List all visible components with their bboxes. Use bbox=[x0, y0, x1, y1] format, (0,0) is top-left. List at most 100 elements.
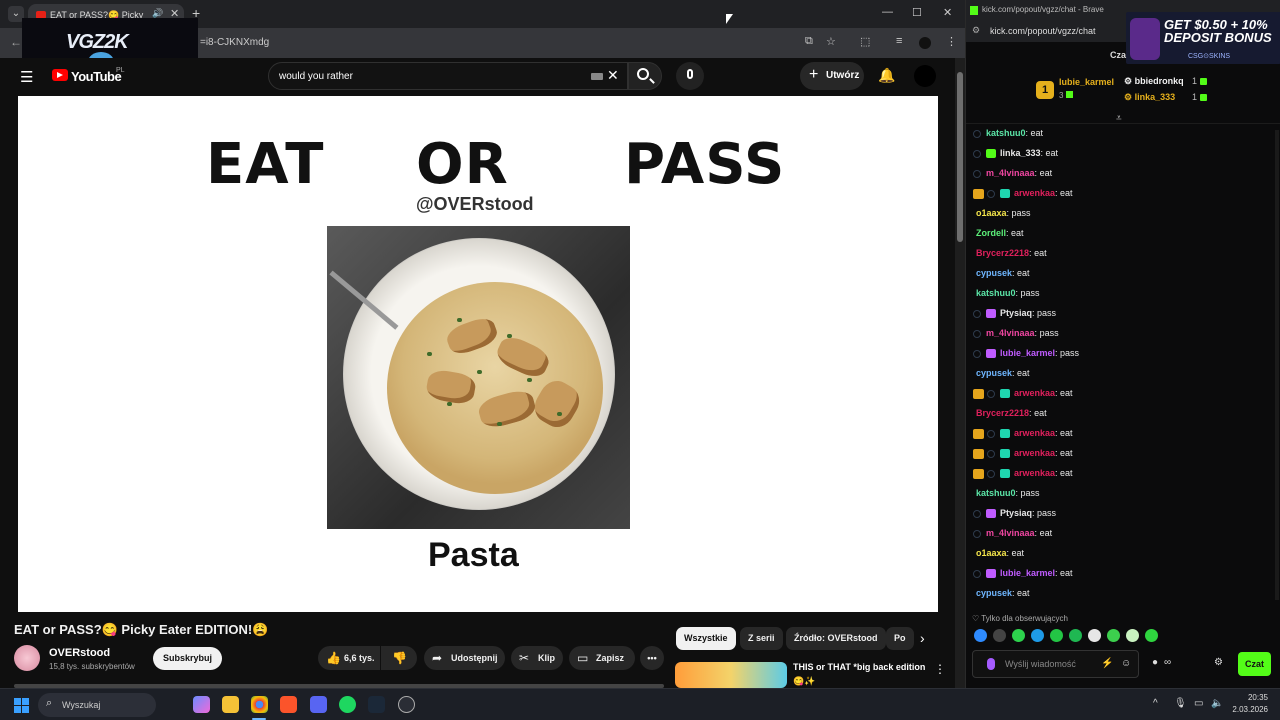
spotify-icon[interactable] bbox=[339, 696, 356, 713]
emote-icon[interactable] bbox=[1145, 629, 1158, 642]
chat-username[interactable]: m_4lvinaaa bbox=[986, 168, 1035, 178]
taskbar-search[interactable]: ⌕ Wyszukaj bbox=[38, 693, 156, 717]
chat-username[interactable]: cypusek bbox=[976, 588, 1012, 598]
page-scrollbar[interactable] bbox=[955, 58, 965, 688]
chip-from-series[interactable]: Z serii bbox=[740, 627, 783, 650]
chat-message[interactable]: Brycerz2218: eat bbox=[973, 408, 1047, 424]
copilot-icon[interactable] bbox=[193, 696, 210, 713]
chat-username[interactable]: lubie_karmel bbox=[1000, 348, 1055, 358]
chat-username[interactable]: Ptysiaq bbox=[1000, 508, 1032, 518]
file-explorer-icon[interactable] bbox=[222, 696, 239, 713]
chat-username[interactable]: arwenkaa bbox=[1014, 428, 1055, 438]
chat-username[interactable]: o1aaxa bbox=[976, 548, 1007, 558]
chat-message-input[interactable]: Wyślij wiadomość ⚡ ☺ bbox=[972, 650, 1139, 678]
obs-icon[interactable] bbox=[398, 696, 415, 713]
leaderboard-user[interactable]: ⚙ bbiedronkq bbox=[1124, 76, 1184, 87]
chat-message[interactable]: arwenkaa: eat bbox=[973, 428, 1073, 444]
dislike-button[interactable]: 👎 bbox=[381, 646, 417, 670]
chat-username[interactable]: arwenkaa bbox=[1014, 188, 1055, 198]
chat-username[interactable]: Brycerz2218 bbox=[976, 408, 1029, 418]
chat-message[interactable]: cypusek: eat bbox=[973, 368, 1030, 384]
windows-start-icon[interactable] bbox=[14, 698, 29, 713]
chat-message[interactable]: arwenkaa: eat bbox=[973, 448, 1073, 464]
chat-scrollbar[interactable] bbox=[1275, 130, 1279, 600]
chat-username[interactable]: katshuu0 bbox=[986, 128, 1026, 138]
chat-username[interactable]: katshuu0 bbox=[976, 488, 1016, 498]
more-actions-button[interactable]: ••• bbox=[640, 646, 664, 670]
chat-message[interactable]: arwenkaa: eat bbox=[973, 388, 1073, 404]
close-window-icon[interactable]: ✕ bbox=[943, 6, 952, 19]
chat-message[interactable]: Ptysiaq: pass bbox=[973, 308, 1056, 324]
chat-username[interactable]: linka_333 bbox=[1000, 148, 1041, 158]
search-button[interactable] bbox=[628, 62, 662, 90]
emoji-picker-icon[interactable]: ☺ bbox=[1121, 658, 1131, 669]
emote-icon[interactable] bbox=[1107, 629, 1120, 642]
chat-settings-icon[interactable]: ⚙ bbox=[1214, 657, 1223, 668]
chat-message[interactable]: m_4lvinaaa: pass bbox=[973, 328, 1059, 344]
emote-icon[interactable] bbox=[1012, 629, 1025, 642]
chip-source[interactable]: Źródło: OVERstood bbox=[786, 627, 886, 650]
browser-menu-icon[interactable]: ⋮ bbox=[946, 35, 957, 48]
chat-username[interactable]: lubie_karmel bbox=[1000, 568, 1055, 578]
chat-username[interactable]: katshuu0 bbox=[976, 288, 1016, 298]
site-settings-icon[interactable]: ⚙ bbox=[972, 25, 980, 36]
chat-username[interactable]: m_4lvinaaa bbox=[986, 328, 1035, 338]
brave-icon[interactable] bbox=[280, 696, 297, 713]
chat-username[interactable]: Ptysiaq bbox=[1000, 308, 1032, 318]
recommendation-menu-icon[interactable]: ⋮ bbox=[934, 662, 946, 676]
voice-input-icon[interactable] bbox=[987, 658, 995, 670]
profile-avatar[interactable] bbox=[919, 37, 931, 49]
chat-message[interactable]: arwenkaa: eat bbox=[973, 188, 1073, 204]
voice-search-button[interactable] bbox=[676, 62, 704, 90]
chat-username[interactable]: o1aaxa bbox=[976, 208, 1007, 218]
leaderboard-top-user[interactable]: lubie_karmel bbox=[1059, 77, 1114, 87]
chat-message[interactable]: Ptysiaq: pass bbox=[973, 508, 1056, 524]
send-chat-button[interactable]: Czat bbox=[1238, 652, 1271, 676]
create-button[interactable]: + Utwórz bbox=[800, 62, 864, 90]
clear-search-icon[interactable]: ✕ bbox=[607, 67, 619, 84]
clock-date[interactable]: 2.03.2026 bbox=[1228, 705, 1268, 714]
chip-partial[interactable]: Po bbox=[886, 627, 914, 650]
extensions-icon[interactable]: ⬚ bbox=[860, 35, 870, 48]
chat-message[interactable]: cypusek: eat bbox=[973, 268, 1030, 284]
emote-icon[interactable] bbox=[1126, 629, 1139, 642]
scrollbar-thumb[interactable] bbox=[957, 72, 963, 242]
like-button[interactable]: 👍 6,6 tys. bbox=[318, 646, 380, 670]
chat-username[interactable]: m_4lvinaaa bbox=[986, 528, 1035, 538]
install-app-icon[interactable]: ⧉ bbox=[805, 35, 813, 48]
save-button[interactable]: ▭ Zapisz bbox=[569, 646, 635, 670]
chat-message[interactable]: katshuu0: pass bbox=[973, 288, 1040, 304]
chat-message[interactable]: m_4lvinaaa: eat bbox=[973, 528, 1052, 544]
chat-message[interactable]: katshuu0: pass bbox=[973, 488, 1040, 504]
chat-message[interactable]: m_4lvinaaa: eat bbox=[973, 168, 1052, 184]
notifications-bell-icon[interactable]: 🔔 bbox=[878, 67, 895, 84]
account-avatar[interactable] bbox=[914, 65, 936, 87]
clip-button[interactable]: ✂ Klip bbox=[511, 646, 563, 670]
recommendation-title[interactable]: THIS or THAT *big back edition bbox=[793, 662, 925, 672]
recommendation-thumbnail[interactable] bbox=[675, 662, 787, 688]
chat-message[interactable]: Zordell: eat bbox=[973, 228, 1024, 244]
chip-all[interactable]: Wszystkie bbox=[676, 627, 736, 650]
volume-icon[interactable]: 🔈 bbox=[1211, 698, 1223, 709]
link-icon[interactable]: ∞ bbox=[1164, 657, 1171, 668]
emote-icon[interactable] bbox=[1050, 629, 1063, 642]
chevron-right-icon[interactable]: › bbox=[920, 630, 925, 646]
collapse-leaderboard-icon[interactable]: ⩡ bbox=[1116, 113, 1122, 124]
media-controls-icon[interactable]: ≡ bbox=[896, 35, 902, 47]
display-tray-icon[interactable]: ▭ bbox=[1194, 698, 1203, 709]
bookmark-star-icon[interactable]: ☆ bbox=[826, 35, 836, 48]
url-field[interactable]: =i8-CJKNXmdg bbox=[200, 37, 269, 48]
chat-message[interactable]: lubie_karmel: eat bbox=[973, 568, 1073, 584]
discord-icon[interactable] bbox=[310, 696, 327, 713]
chat-message[interactable]: o1aaxa: pass bbox=[973, 208, 1031, 224]
clock-time[interactable]: 20:35 bbox=[1236, 693, 1268, 702]
search-input[interactable]: would you rather ✕ bbox=[268, 62, 628, 90]
chat-username[interactable]: Zordell bbox=[976, 228, 1006, 238]
chat-username[interactable]: cypusek bbox=[976, 368, 1012, 378]
chat-message[interactable]: katshuu0: eat bbox=[973, 128, 1043, 144]
chat-message[interactable]: arwenkaa: eat bbox=[973, 468, 1073, 484]
emote-icon[interactable] bbox=[1088, 629, 1101, 642]
leaderboard-user[interactable]: ⚙ linka_333 bbox=[1124, 92, 1175, 103]
channel-avatar[interactable] bbox=[14, 645, 40, 671]
emote-icon[interactable] bbox=[993, 629, 1006, 642]
